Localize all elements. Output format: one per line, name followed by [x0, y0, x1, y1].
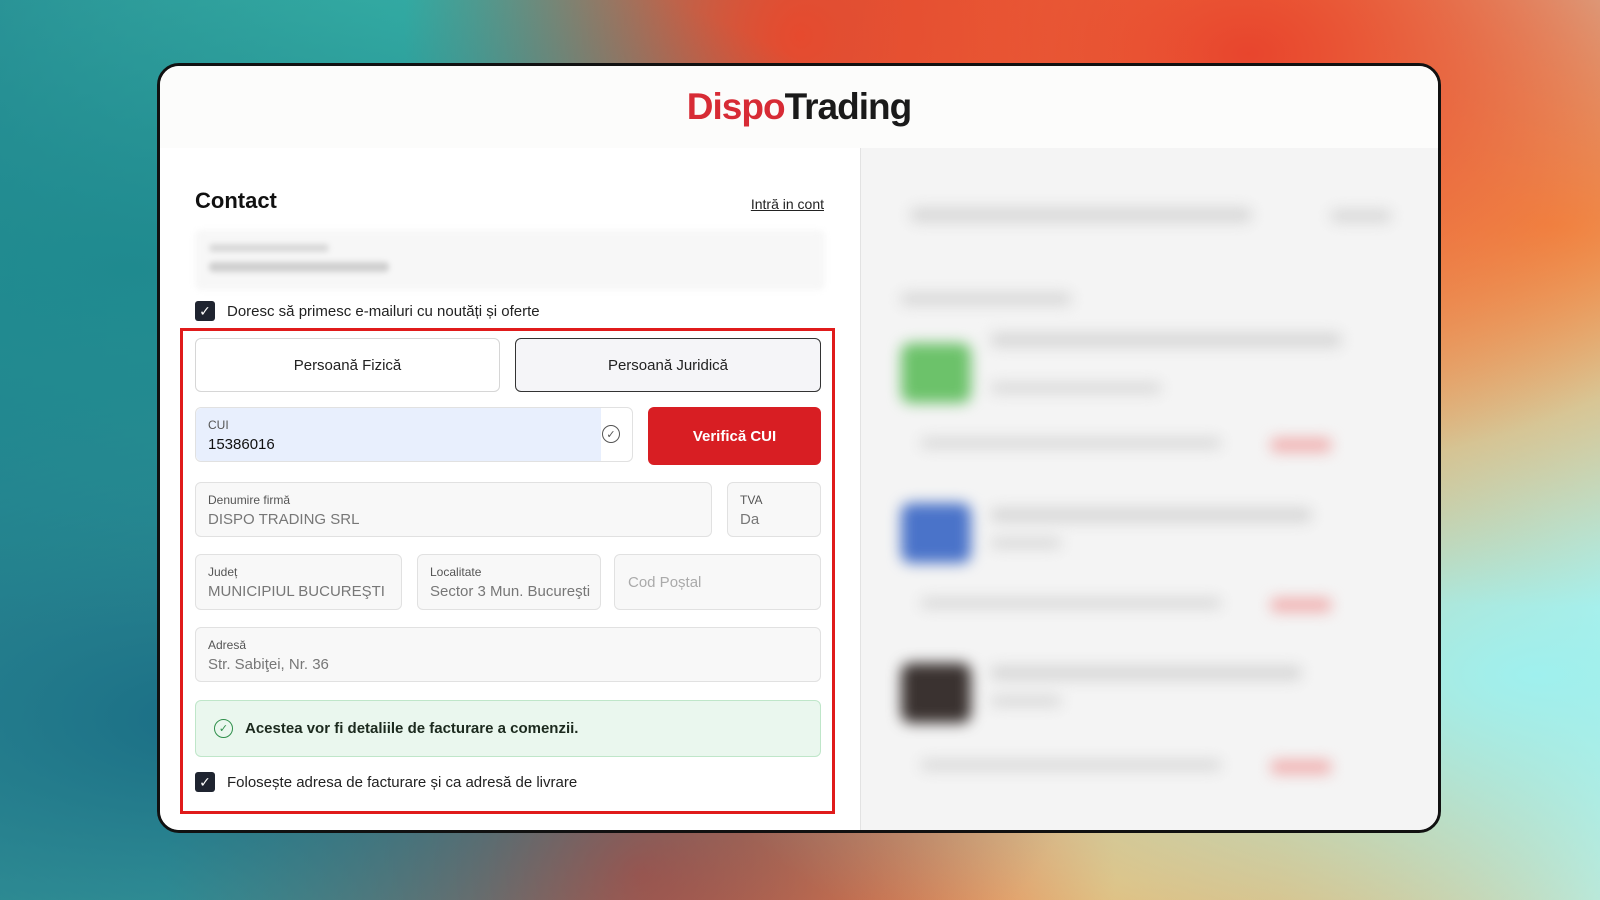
order-summary-blurred [860, 148, 1438, 830]
locality-label: Localitate [430, 565, 482, 579]
cui-input[interactable]: CUI 15386016 ✓ [195, 407, 633, 462]
header: DispoTrading [160, 66, 1438, 149]
postal-code-input[interactable]: Cod Poștal [614, 554, 821, 610]
logo-part-dispo: Dispo [686, 86, 786, 127]
county-value: MUNICIPIUL BUCUREŞTI [208, 583, 385, 600]
tva-value: Da [740, 511, 760, 528]
billing-info-notice: ✓ Acestea vor fi detaliile de facturare … [195, 700, 821, 757]
postal-code-placeholder: Cod Poștal [628, 574, 702, 591]
newsletter-checkbox-row[interactable]: ✓ Doresc să primesc e-mailuri cu noutăți… [195, 301, 540, 321]
check-circle-icon: ✓ [214, 719, 233, 738]
same-address-checkbox-row[interactable]: ✓ Folosește adresa de facturare și ca ad… [195, 772, 577, 792]
tva-field[interactable]: TVA Da [727, 482, 821, 537]
locality-value: Sector 3 Mun. Bucureşti [430, 583, 591, 600]
login-link[interactable]: Intră in cont [751, 196, 824, 212]
contact-section: Contact Intră in cont ✓ Doresc să primes… [160, 148, 860, 830]
billing-info-text: Acestea vor fi detaliile de facturare a … [245, 720, 579, 737]
company-name-value: DISPO TRADING SRL [208, 511, 360, 528]
address-value: Str. Sabiţei, Nr. 36 [208, 656, 329, 673]
verify-cui-button[interactable]: Verifică CUI [648, 407, 821, 465]
same-address-checkbox[interactable]: ✓ [195, 772, 215, 792]
blurred-email-field [195, 230, 825, 290]
county-label: Județ [208, 565, 238, 579]
company-name-field[interactable]: Denumire firmă DISPO TRADING SRL [195, 482, 712, 537]
logo-part-trading: Trading [784, 86, 913, 127]
locality-field[interactable]: Localitate Sector 3 Mun. Bucureşti [417, 554, 601, 610]
check-circle-icon: ✓ [602, 425, 620, 443]
address-label: Adresă [208, 638, 247, 652]
address-field[interactable]: Adresă Str. Sabiţei, Nr. 36 [195, 627, 821, 682]
cui-label: CUI [208, 418, 229, 432]
company-name-label: Denumire firmă [208, 493, 291, 507]
cui-value: 15386016 [208, 436, 275, 453]
persoana-juridica-button[interactable]: Persoană Juridică [515, 338, 821, 392]
persoana-fizica-button[interactable]: Persoană Fizică [195, 338, 500, 392]
same-address-label: Folosește adresa de facturare și ca adre… [227, 773, 578, 791]
tva-label: TVA [740, 493, 763, 507]
newsletter-checkbox[interactable]: ✓ [195, 301, 215, 321]
dispotrading-logo[interactable]: DispoTrading [686, 86, 913, 128]
newsletter-label: Doresc să primesc e-mailuri cu noutăți ș… [227, 302, 540, 320]
contact-title: Contact [195, 188, 277, 213]
checkout-window: DispoTrading Contact Intră in cont ✓ Dor… [157, 63, 1441, 833]
county-field[interactable]: Județ MUNICIPIUL BUCUREŞTI [195, 554, 402, 610]
